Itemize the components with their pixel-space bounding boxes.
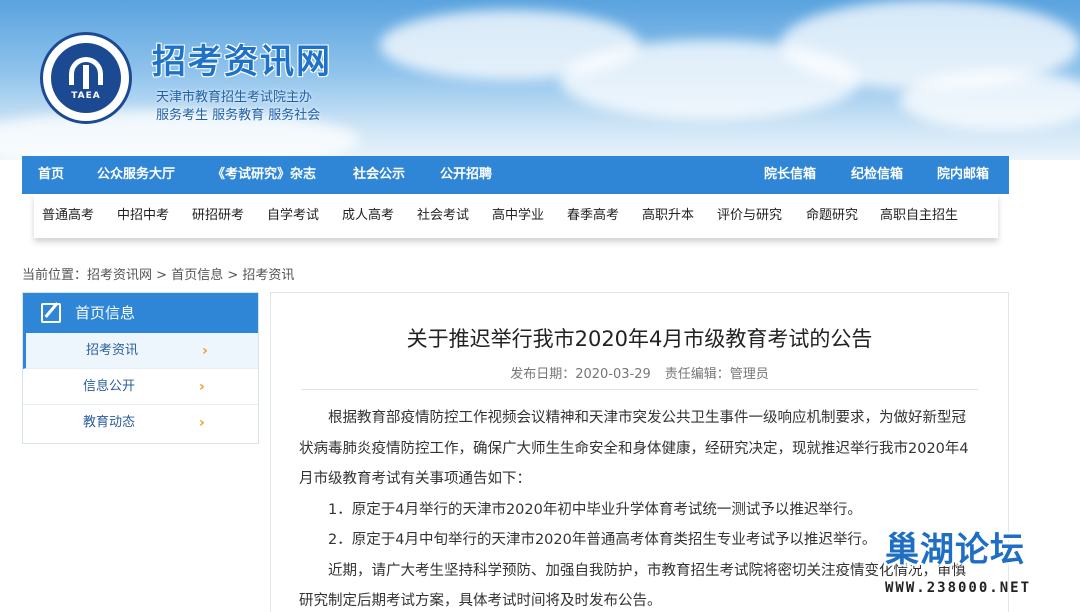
subnav-item[interactable]: 春季高考 (567, 194, 619, 238)
article-paragraph: 1．原定于4月举行的天津市2020年初中毕业升学体育考试统一测试予以推迟举行。 (328, 501, 862, 518)
nav-home[interactable]: 首页 (38, 156, 64, 194)
breadcrumb-separator: > (152, 268, 172, 283)
sidebar-item-label: 信息公开 (83, 379, 136, 394)
edit-icon (41, 303, 61, 323)
subnav-item[interactable]: 研招研考 (192, 194, 244, 238)
site-subtitle: 天津市教育招生考试院主办 (156, 90, 313, 105)
site-title[interactable]: 招考资讯网 (152, 34, 332, 83)
nav-public-notice[interactable]: 社会公示 (353, 156, 405, 194)
subnav-item[interactable]: 高中学业 (492, 194, 544, 238)
subnav-item[interactable]: 成人高考 (342, 194, 394, 238)
nav-public-service[interactable]: 公众服务大厅 (97, 156, 175, 194)
site-slogan: 服务考生 服务教育 服务社会 (156, 108, 321, 123)
sidebar-item-admission-news[interactable]: 招考资讯 › (23, 333, 258, 369)
site-header: TAEA 招考资讯网 天津市教育招生考试院主办 服务考生 服务教育 服务社会 (0, 0, 1080, 160)
nav-recruitment[interactable]: 公开招聘 (440, 156, 492, 194)
subnav-item[interactable]: 命题研究 (806, 194, 858, 238)
breadcrumb: 当前位置：招考资讯网 > 首页信息 > 招考资讯 (22, 266, 294, 286)
breadcrumb-link[interactable]: 招考资讯网 (87, 268, 152, 283)
subnav-item[interactable]: 评价与研究 (717, 194, 782, 238)
site-logo[interactable]: TAEA (40, 32, 132, 124)
subnav-item[interactable]: 中招中考 (117, 194, 169, 238)
sidebar-item-label: 教育动态 (83, 415, 136, 430)
editor-name: 管理员 (729, 367, 769, 382)
article-paragraph: 根据教育部疫情防控工作视频会议精神和天津市突发公共卫生事件一级响应机制要求，为做… (299, 410, 969, 487)
sidebar: 首页信息 招考资讯 › 信息公开 › 教育动态 › (22, 292, 259, 444)
subnav-item[interactable]: 社会考试 (417, 194, 469, 238)
date-label: 发布日期： (510, 367, 576, 382)
logo-text: TAEA (71, 91, 101, 101)
watermark-title: 巢湖论坛 (885, 530, 1025, 570)
breadcrumb-label: 当前位置： (22, 268, 88, 283)
sidebar-header: 首页信息 (23, 293, 258, 333)
nav-director-mailbox[interactable]: 院长信箱 (764, 156, 816, 194)
watermark-url: WWW.238000.NET (885, 580, 1032, 596)
chevron-right-icon: › (202, 343, 208, 359)
sidebar-item-info-disclosure[interactable]: 信息公开 › (23, 369, 258, 405)
breadcrumb-separator: > (223, 268, 243, 283)
subnav-item[interactable]: 普通高考 (42, 194, 94, 238)
nav-discipline-mailbox[interactable]: 纪检信箱 (851, 156, 903, 194)
subnav-item[interactable]: 高职自主招生 (880, 194, 958, 238)
sidebar-item-label: 招考资讯 (86, 343, 139, 358)
watermark: 巢湖论坛 WWW.238000.NET (885, 522, 1075, 608)
article-body: 根据教育部疫情防控工作视频会议精神和天津市突发公共卫生事件一级响应机制要求，为做… (299, 403, 979, 612)
category-nav: 普通高考 中招中考 研招研考 自学考试 成人高考 社会考试 高中学业 春季高考 … (34, 194, 998, 238)
sidebar-item-education-news[interactable]: 教育动态 › (23, 405, 258, 441)
chevron-right-icon: › (199, 379, 205, 395)
editor-label: 责任编辑： (664, 367, 730, 382)
article-title: 关于推迟举行我市2020年4月市级教育考试的公告 (406, 327, 873, 351)
main-nav: 首页 公众服务大厅 《考试研究》杂志 社会公示 公开招聘 院长信箱 纪检信箱 院… (22, 156, 1009, 194)
article-meta: 发布日期：2020-03-29 责任编辑：管理员 (271, 363, 1008, 382)
article-paragraph: 近期，请广大考生坚持科学预防、加强自我防护，市教育招生考试院将密切关注疫情变化情… (299, 562, 966, 610)
nav-journal[interactable]: 《考试研究》杂志 (212, 156, 316, 194)
divider (301, 389, 978, 390)
sidebar-title: 首页信息 (75, 304, 136, 322)
chevron-right-icon: › (199, 415, 205, 431)
breadcrumb-current[interactable]: 招考资讯 (242, 268, 294, 283)
breadcrumb-link[interactable]: 首页信息 (171, 268, 223, 283)
publish-date: 2020-03-29 (575, 367, 651, 382)
subnav-item[interactable]: 自学考试 (267, 194, 319, 238)
subnav-item[interactable]: 高职升本 (642, 194, 694, 238)
article-paragraph: 2．原定于4月中旬举行的天津市2020年普通高考体育类招生专业考试予以推迟举行。 (328, 532, 877, 548)
nav-internal-mail[interactable]: 院内邮箱 (937, 156, 989, 194)
